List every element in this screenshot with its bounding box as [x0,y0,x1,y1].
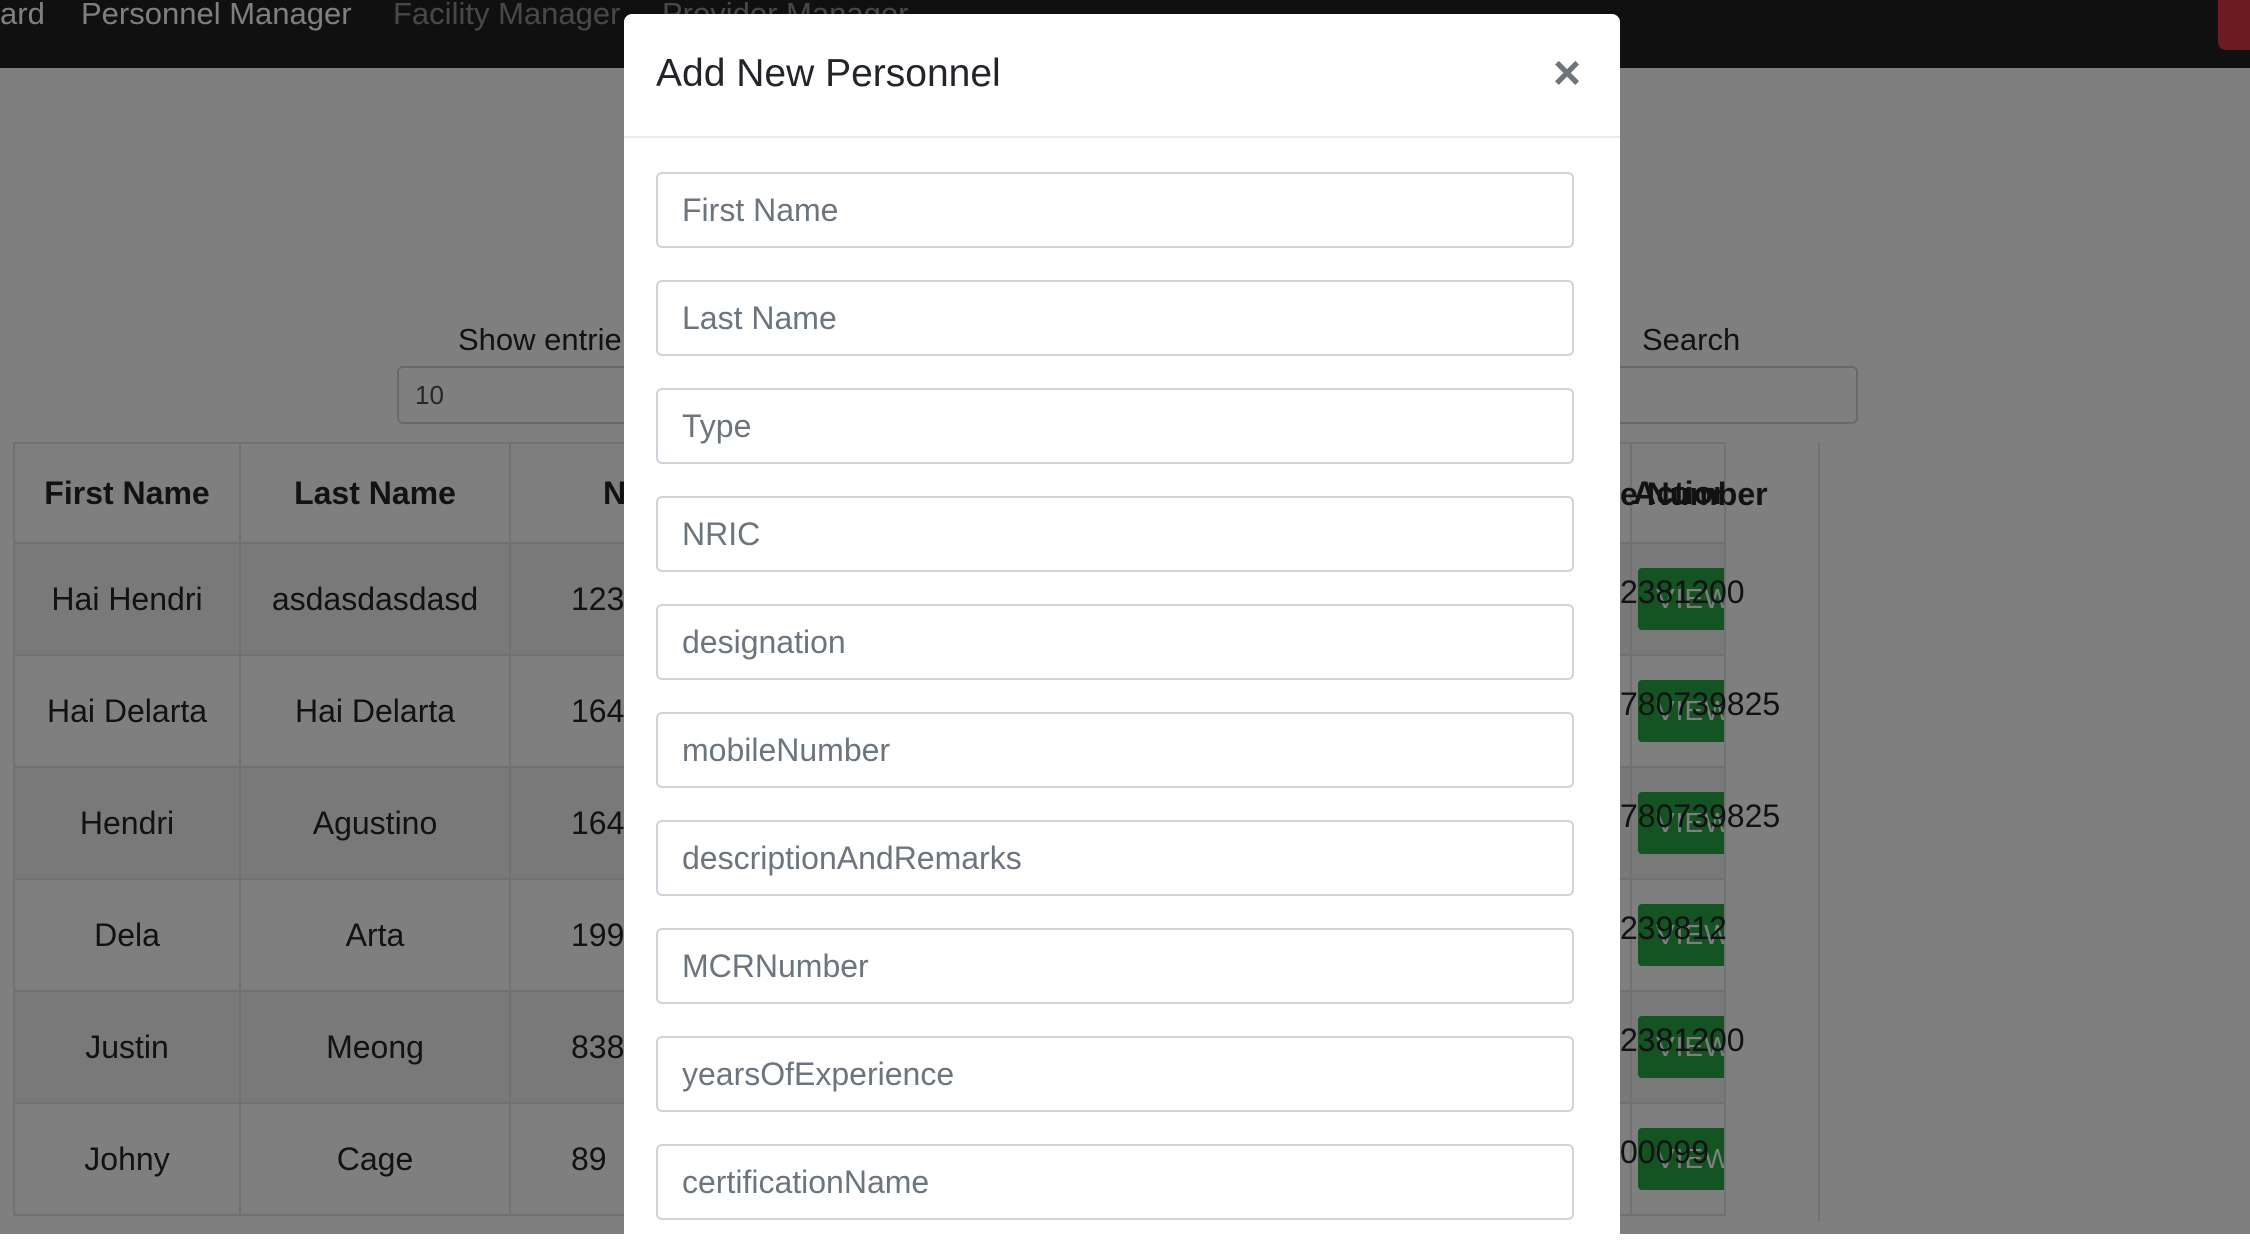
mcr-number-field[interactable] [656,928,1574,1004]
designation-field[interactable] [656,604,1574,680]
mobile-number-field[interactable] [656,712,1574,788]
modal-title: Add New Personnel [656,52,1001,95]
nric-field[interactable] [656,496,1574,572]
description-remarks-field[interactable] [656,820,1574,896]
type-field[interactable] [656,388,1574,464]
modal-header: Add New Personnel × [624,14,1620,138]
close-icon[interactable]: × [1553,50,1581,98]
certification-name-field[interactable] [656,1144,1574,1220]
last-name-field[interactable] [656,280,1574,356]
years-experience-field[interactable] [656,1036,1574,1112]
first-name-field[interactable] [656,172,1574,248]
add-personnel-modal: Add New Personnel × [624,14,1620,1254]
